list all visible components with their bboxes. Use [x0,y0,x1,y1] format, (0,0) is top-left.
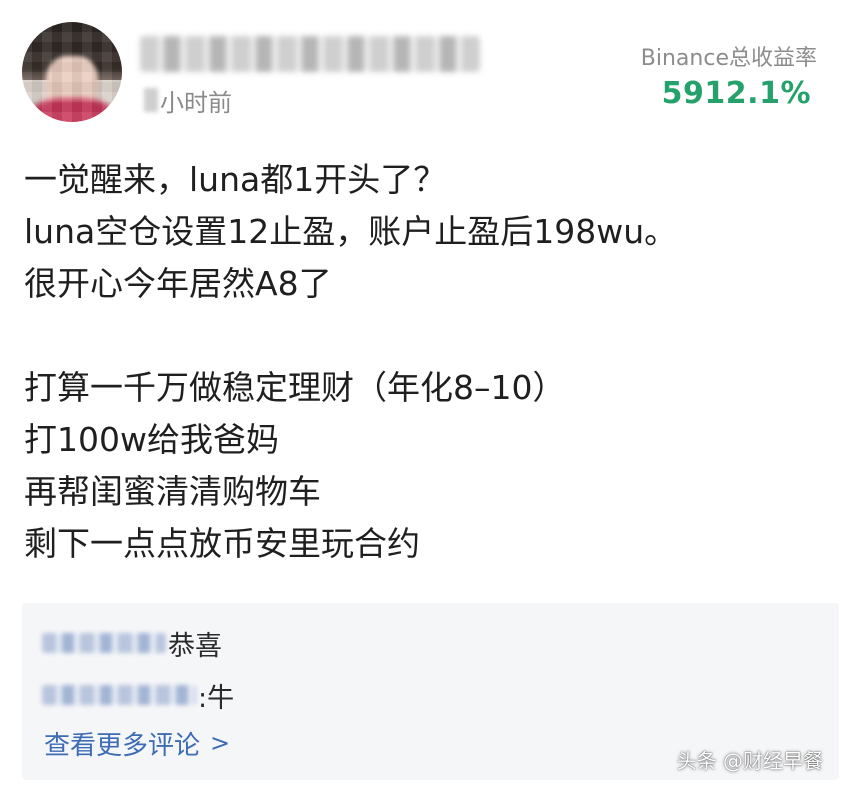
post-line: 一觉醒来，luna都1开头了？ [24,160,447,199]
username-redacted[interactable] [140,36,480,72]
comment-item[interactable]: 恭喜 [42,621,222,665]
avatar-mosaic [22,22,122,122]
more-comments-link[interactable]: 查看更多评论 > [44,721,230,765]
post-line: 打100w给我爸妈 [24,420,279,459]
avatar[interactable] [22,22,122,122]
post-body: 一觉醒来，luna都1开头了？ luna空仓设置12止盈，账户止盈后198wu。… [24,154,814,570]
time-digit-redacted [144,88,158,112]
watermark: 头条 @财经早餐 [676,749,823,773]
post-time: 小时前 [144,84,232,117]
commenter-name-redacted[interactable] [42,633,166,653]
stat-label: Binance总收益率 [640,46,817,71]
commenter-name-redacted[interactable] [42,685,196,705]
post-line: 剩下一点点放币安里玩合约 [24,524,420,563]
comment-item[interactable]: :牛 [42,673,234,717]
post-time-label: 小时前 [160,88,232,117]
stat-value: 5912.1% [661,76,811,111]
comment-text: :牛 [198,682,235,714]
chevron-right-icon: > [210,729,231,757]
more-comments-label: 查看更多评论 [44,730,201,761]
post-line: luna空仓设置12止盈，账户止盈后198wu。 [24,212,678,251]
post-line: 打算一千万做稳定理财（年化8–10） [24,368,566,407]
comment-text: 恭喜 [168,630,222,662]
post-line: 再帮闺蜜清清购物车 [24,472,321,511]
post-paragraph-gap [24,310,814,362]
post-line: 很开心今年居然A8了 [24,264,332,303]
